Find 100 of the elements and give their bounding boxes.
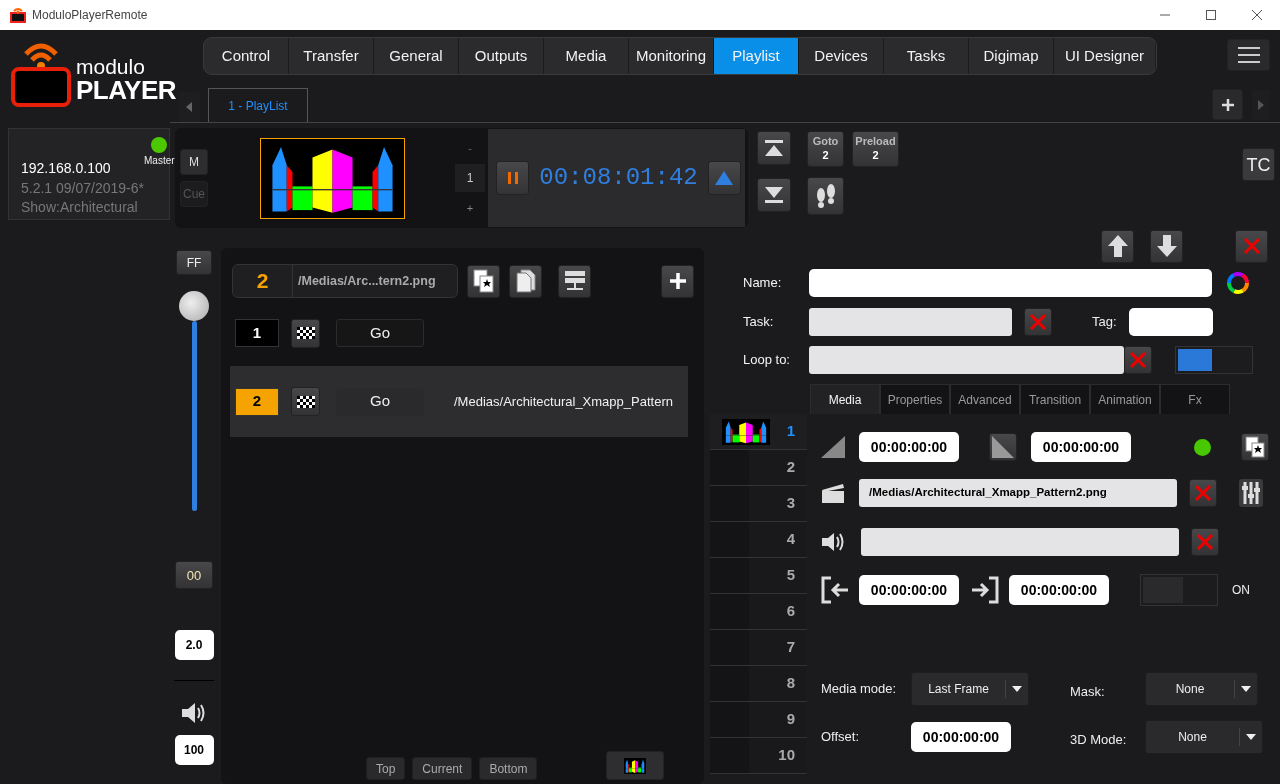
scroll-button[interactable]: Current <box>412 757 473 780</box>
nav-tab[interactable]: Digimap <box>969 38 1054 74</box>
pause-button[interactable] <box>496 161 530 195</box>
field-label: Name: <box>743 274 783 293</box>
mode-3d-dropdown[interactable]: None <box>1145 720 1263 754</box>
server-icon <box>563 270 586 292</box>
clear-button[interactable] <box>1189 479 1217 507</box>
play-button[interactable] <box>707 161 741 195</box>
in-point-field[interactable]: 00:00:00:00 <box>859 575 959 605</box>
out-point-field[interactable]: 00:00:00:00 <box>1009 575 1109 605</box>
loop-switch[interactable] <box>1140 574 1218 606</box>
mode-button[interactable]: M <box>180 149 208 175</box>
footsteps-button[interactable] <box>807 177 844 215</box>
loop-toggle[interactable] <box>1175 346 1253 374</box>
layer-row[interactable]: 4 <box>710 522 807 558</box>
server-button[interactable] <box>558 264 591 298</box>
clear-button[interactable] <box>1124 346 1152 374</box>
current-cue-path: /Medias/Arc...tern2.png <box>297 272 436 290</box>
fade-out-button[interactable] <box>989 433 1017 461</box>
cue-row[interactable]: 1 Go <box>235 318 704 348</box>
task-field[interactable] <box>809 308 1012 336</box>
layer-number: 9 <box>786 709 795 730</box>
editor-tab[interactable]: Animation <box>1090 384 1160 414</box>
skip-bottom-button[interactable] <box>757 178 791 212</box>
step-plus[interactable]: + <box>466 200 474 217</box>
field-label: Offset: <box>821 728 861 747</box>
editor-tab[interactable]: Media <box>810 384 880 414</box>
loop-field[interactable] <box>809 346 1124 374</box>
slider-thumb[interactable] <box>179 291 209 321</box>
mask-dropdown[interactable]: None <box>1145 672 1258 706</box>
scroll-button[interactable]: Top <box>366 757 406 780</box>
goto-button[interactable]: Goto 2 <box>807 131 844 167</box>
audio-file-field[interactable] <box>861 528 1179 556</box>
copy-button[interactable] <box>509 264 542 298</box>
layer-row[interactable]: 6 <box>710 594 807 630</box>
editor-tab[interactable]: Fx <box>1160 384 1230 414</box>
cue-row[interactable]: 2 Go /Medias/Architectural_Xmapp_Pattern <box>230 366 688 437</box>
clear-button[interactable] <box>1024 308 1052 336</box>
menu-button[interactable] <box>1227 39 1270 71</box>
nav-tab[interactable]: Tasks <box>884 38 969 74</box>
offset-field[interactable]: 00:00:00:00 <box>911 722 1011 752</box>
playlist-tab[interactable]: 1 - PlayList <box>208 88 308 122</box>
menu-icon <box>1237 47 1260 63</box>
trigger-button[interactable] <box>291 318 320 348</box>
nav-tab[interactable]: General <box>374 38 459 74</box>
reset-button[interactable]: 00 <box>175 561 213 589</box>
add-playlist-button[interactable] <box>1212 89 1243 120</box>
volume-field[interactable]: 100 <box>174 735 214 765</box>
layer-row[interactable]: 3 <box>710 486 807 522</box>
layer-row[interactable]: 7 <box>710 630 807 666</box>
tc-button[interactable]: TC <box>1242 148 1275 181</box>
move-up-button[interactable] <box>1101 229 1134 263</box>
skip-top-icon <box>765 140 783 156</box>
rate-field[interactable]: 2.0 <box>174 630 214 660</box>
skip-top-button[interactable] <box>757 131 791 165</box>
fade-in-field[interactable]: 00:00:00:00 <box>859 432 959 462</box>
trigger-button[interactable] <box>291 387 320 416</box>
media-mode-dropdown[interactable]: Last Frame <box>911 672 1029 706</box>
nav-tab[interactable]: Outputs <box>459 38 544 74</box>
nav-tab[interactable]: Devices <box>799 38 884 74</box>
layer-number: 10 <box>778 745 795 766</box>
scroll-button[interactable]: Bottom <box>479 757 538 780</box>
layer-row[interactable]: 2 <box>710 450 807 486</box>
close-icon <box>1029 313 1047 331</box>
checkered-flag-icon <box>296 327 315 339</box>
version-text: 5.2.1 09/07/2019-6* <box>21 178 144 198</box>
nav-tab[interactable]: Media <box>544 38 629 74</box>
editor-tab[interactable]: Advanced <box>950 384 1020 414</box>
current-cue-number: 2 <box>233 265 293 297</box>
caret-right-icon <box>1258 100 1264 110</box>
clear-button[interactable] <box>1191 528 1219 556</box>
preview-button[interactable] <box>606 751 665 780</box>
name-field[interactable] <box>809 269 1212 297</box>
move-down-button[interactable] <box>1150 229 1183 263</box>
fade-out-field[interactable]: 00:00:00:00 <box>1031 432 1131 462</box>
preload-button[interactable]: Preload 2 <box>852 131 899 167</box>
caret-left-icon <box>186 102 192 112</box>
layer-row[interactable]: 10 <box>710 738 807 774</box>
role-label: Master <box>144 154 175 168</box>
media-file-field[interactable]: /Medias/Architectural_Xmapp_Pattern2.png <box>859 479 1177 507</box>
add-cue-button[interactable] <box>661 264 694 298</box>
go-button[interactable]: Go <box>336 319 424 347</box>
import-button[interactable] <box>467 264 500 298</box>
editor-tab[interactable]: Properties <box>880 384 950 414</box>
checkered-flag-icon <box>296 395 315 408</box>
import-button[interactable] <box>1241 433 1269 461</box>
nav-tab[interactable]: UI Designer <box>1054 38 1156 74</box>
delete-button[interactable] <box>1235 229 1268 263</box>
tag-field[interactable] <box>1129 308 1213 336</box>
editor-tab[interactable]: Transition <box>1020 384 1090 414</box>
timecode-display: 00:08:01:42 <box>539 163 698 193</box>
document-star-icon <box>1245 436 1265 458</box>
maximize-icon <box>1206 10 1216 20</box>
ff-button[interactable]: FF <box>176 250 212 275</box>
layer-row[interactable]: 9 <box>710 702 807 738</box>
nav-tab[interactable]: Transfer <box>289 38 374 74</box>
layer-row[interactable]: 8 <box>710 666 807 702</box>
nav-tab[interactable]: Control <box>204 38 289 74</box>
layer-row[interactable]: 5 <box>710 558 807 594</box>
go-button[interactable]: Go <box>336 387 424 416</box>
